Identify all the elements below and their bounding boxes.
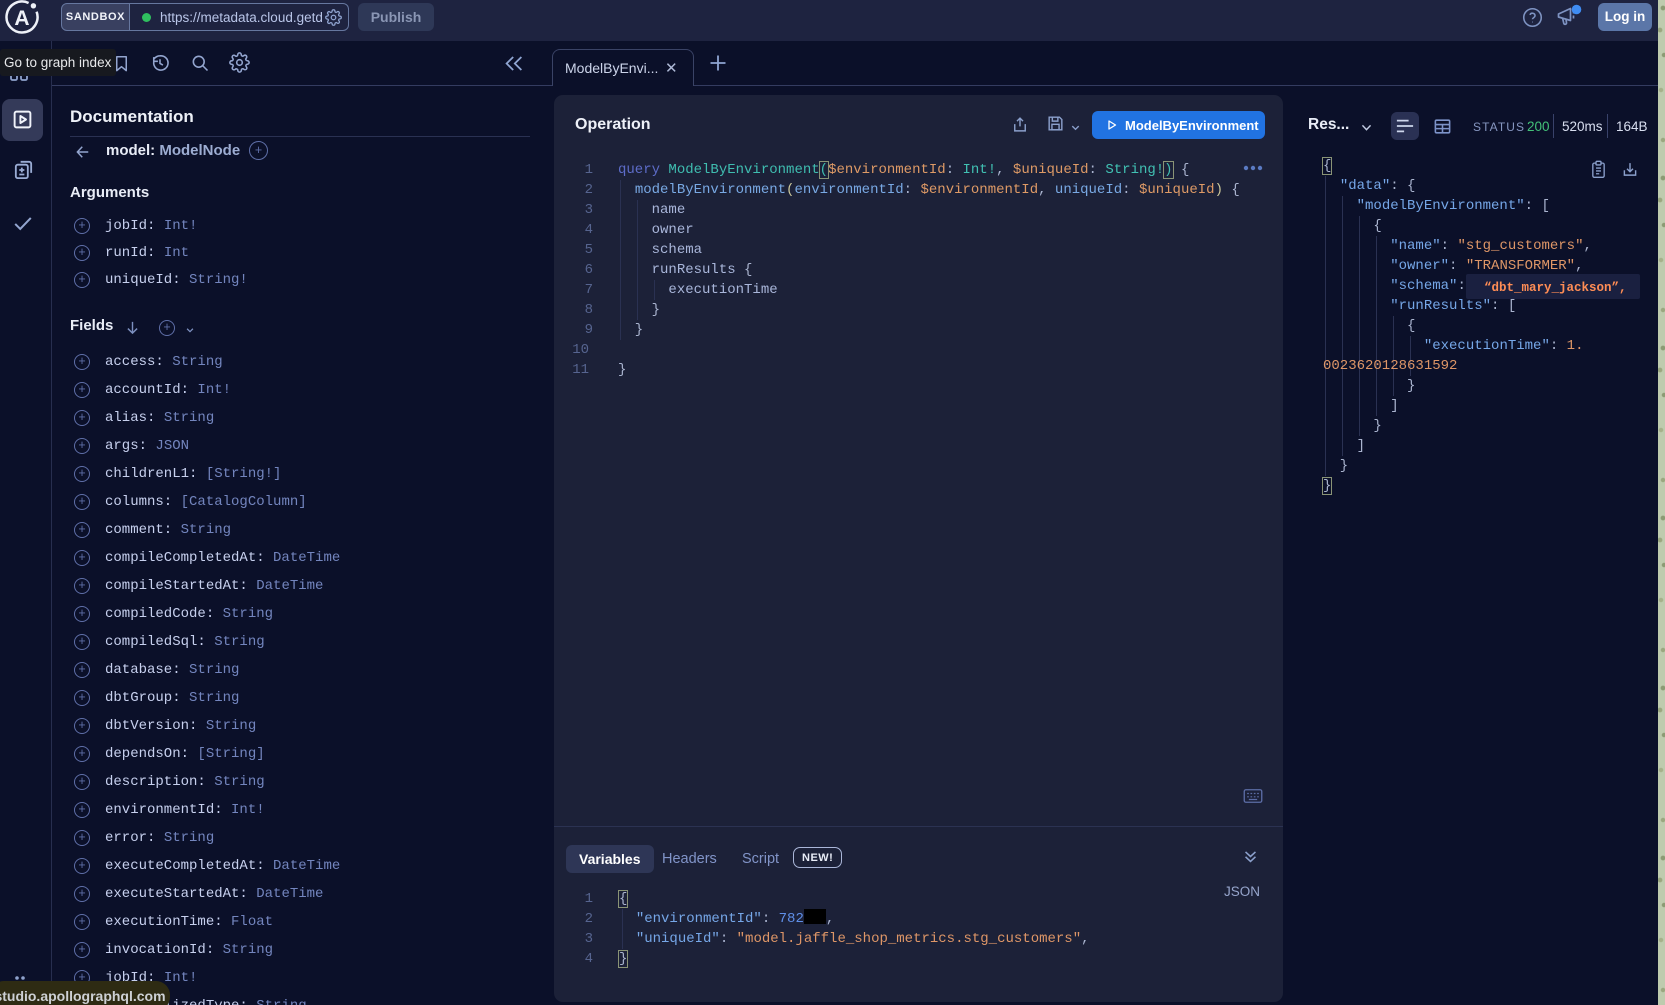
svg-text:A: A <box>14 7 29 30</box>
